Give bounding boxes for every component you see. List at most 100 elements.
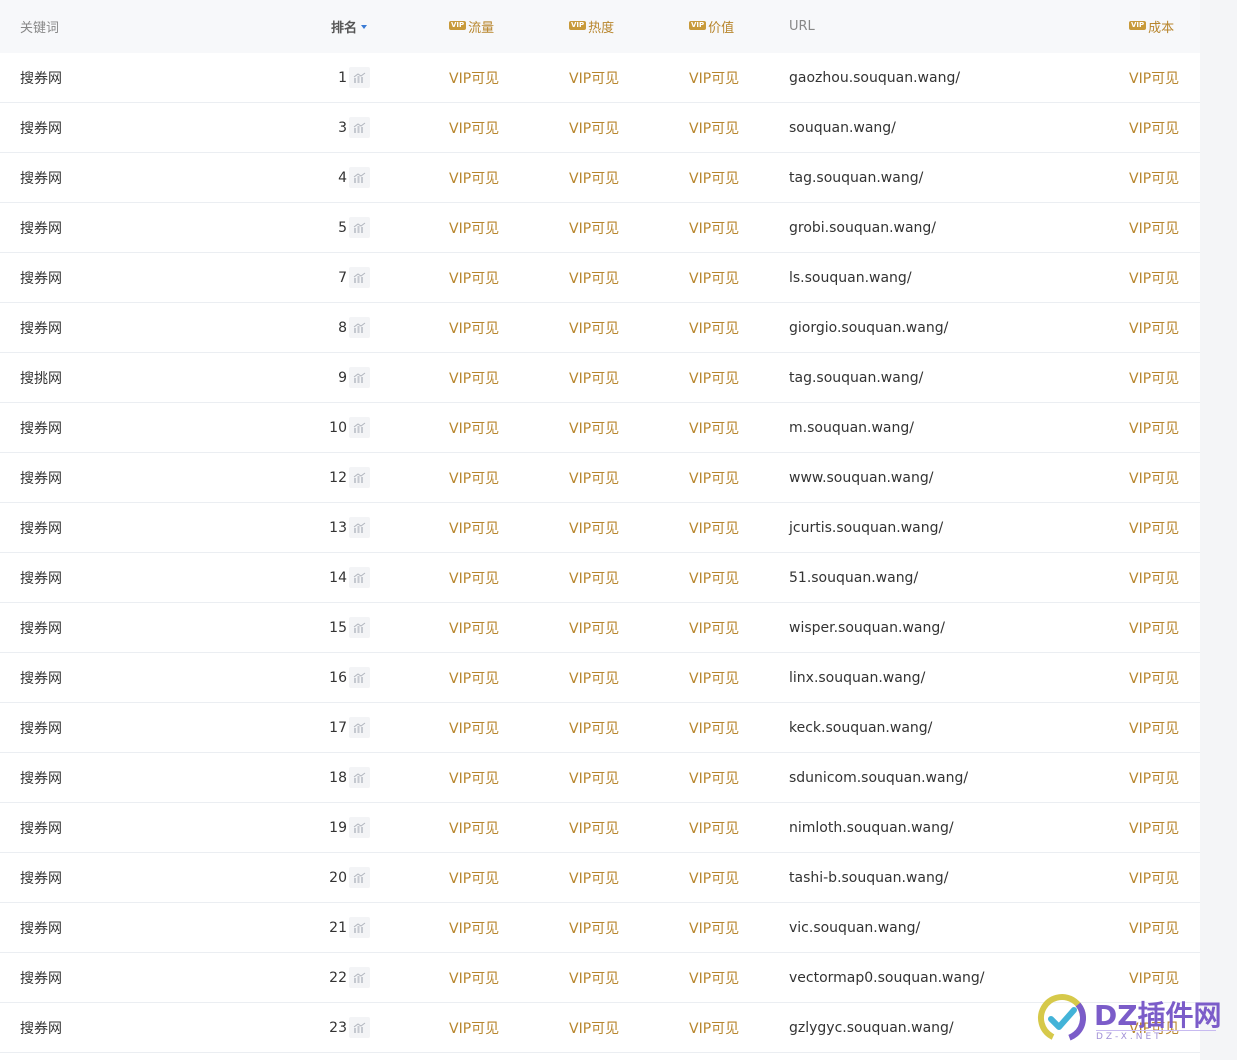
flow-cell: VIP可见	[449, 170, 500, 187]
header-url: URL	[789, 19, 815, 34]
url-cell[interactable]: vectormap0.souquan.wang/	[789, 953, 985, 1002]
rank-trend-chart-icon[interactable]	[349, 517, 370, 538]
rank-trend-chart-icon[interactable]	[349, 917, 370, 938]
flow-cell: VIP可见	[449, 220, 500, 237]
url-cell[interactable]: tashi-b.souquan.wang/	[789, 853, 948, 902]
rank-trend-chart-icon[interactable]	[349, 567, 370, 588]
heat-cell: VIP可见	[569, 570, 620, 587]
rank-trend-chart-icon[interactable]	[349, 467, 370, 488]
url-cell[interactable]: wisper.souquan.wang/	[789, 603, 945, 652]
flow-cell: VIP可见	[449, 420, 500, 437]
url-cell[interactable]: gzlygyc.souquan.wang/	[789, 1003, 954, 1052]
rank-value: 12	[329, 469, 347, 486]
url-cell[interactable]: jcurtis.souquan.wang/	[789, 503, 943, 552]
rank-trend-chart-icon[interactable]	[349, 267, 370, 288]
rank-value: 18	[329, 769, 347, 786]
flow-cell: VIP可见	[449, 720, 500, 737]
rank-value: 8	[338, 319, 347, 336]
cost-cell: VIP可见	[1129, 220, 1180, 237]
url-cell[interactable]: souquan.wang/	[789, 103, 896, 152]
url-cell[interactable]: linx.souquan.wang/	[789, 653, 925, 702]
value-cell: VIP可见	[689, 420, 740, 437]
heat-cell: VIP可见	[569, 920, 620, 937]
value-cell: VIP可见	[689, 270, 740, 287]
rank-value: 4	[338, 169, 347, 186]
rank-trend-chart-icon[interactable]	[349, 667, 370, 688]
header-cost: VIP 成本	[1129, 0, 1174, 53]
rank-cell: 21	[300, 903, 370, 952]
watermark-brand: DZ插件网	[1094, 999, 1222, 1032]
rank-trend-chart-icon[interactable]	[349, 817, 370, 838]
url-cell[interactable]: grobi.souquan.wang/	[789, 203, 936, 252]
value-cell: VIP可见	[689, 720, 740, 737]
url-cell[interactable]: www.souquan.wang/	[789, 453, 933, 502]
cost-cell: VIP可见	[1129, 70, 1180, 87]
rank-value: 21	[329, 919, 347, 936]
cost-cell: VIP可见	[1129, 570, 1180, 587]
rank-trend-chart-icon[interactable]	[349, 317, 370, 338]
header-flow-label: 流量	[468, 21, 495, 36]
dz-watermark: DZ插件网 DZ-X.NET	[1036, 990, 1226, 1050]
rank-cell: 9	[300, 353, 370, 402]
rank-trend-chart-icon[interactable]	[349, 417, 370, 438]
rank-trend-chart-icon[interactable]	[349, 1017, 370, 1038]
vip-badge-icon: VIP	[689, 21, 707, 30]
heat-cell: VIP可见	[569, 170, 620, 187]
rank-trend-chart-icon[interactable]	[349, 217, 370, 238]
rank-trend-chart-icon[interactable]	[349, 867, 370, 888]
rank-cell: 23	[300, 1003, 370, 1052]
rank-cell: 4	[300, 153, 370, 202]
rank-trend-chart-icon[interactable]	[349, 717, 370, 738]
url-cell[interactable]: vic.souquan.wang/	[789, 903, 920, 952]
keyword-cell: 搜挑网	[20, 370, 62, 387]
url-cell[interactable]: keck.souquan.wang/	[789, 703, 932, 752]
rank-cell: 13	[300, 503, 370, 552]
watermark-sub: DZ-X.NET	[1096, 1030, 1216, 1042]
rank-trend-chart-icon[interactable]	[349, 67, 370, 88]
value-cell: VIP可见	[689, 820, 740, 837]
rank-trend-chart-icon[interactable]	[349, 367, 370, 388]
rank-trend-chart-icon[interactable]	[349, 617, 370, 638]
table-row: 搜券网 4 VIP可见 VIP可见 VIP可见 tag.souquan.wang/VIP可…	[0, 153, 1200, 203]
url-cell[interactable]: ls.souquan.wang/	[789, 253, 912, 302]
rank-value: 19	[329, 819, 347, 836]
vip-badge-icon: VIP	[449, 21, 467, 30]
table-row: 搜挑网 9 VIP可见 VIP可见 VIP可见 tag.souquan.wang/VIP可…	[0, 353, 1200, 403]
heat-cell: VIP可见	[569, 970, 620, 987]
keyword-cell: 搜券网	[20, 620, 62, 637]
rank-value: 16	[329, 669, 347, 686]
table-row: 搜券网 22 VIP可见 VIP可见 VIP可见 vectormap0.souquan.w…	[0, 953, 1200, 1003]
header-rank-label: 排名	[331, 21, 358, 36]
rank-trend-chart-icon[interactable]	[349, 117, 370, 138]
heat-cell: VIP可见	[569, 720, 620, 737]
url-cell[interactable]: tag.souquan.wang/	[789, 153, 923, 202]
rank-value: 5	[338, 219, 347, 236]
header-rank-sort[interactable]: 排名	[331, 0, 401, 53]
cost-cell: VIP可见	[1129, 720, 1180, 737]
url-cell[interactable]: nimloth.souquan.wang/	[789, 803, 954, 852]
cost-cell: VIP可见	[1129, 770, 1180, 787]
url-cell[interactable]: giorgio.souquan.wang/	[789, 303, 948, 352]
rank-trend-chart-icon[interactable]	[349, 967, 370, 988]
flow-cell: VIP可见	[449, 120, 500, 137]
rank-cell: 17	[300, 703, 370, 752]
rank-cell: 5	[300, 203, 370, 252]
rank-cell: 20	[300, 853, 370, 902]
url-cell[interactable]: 51.souquan.wang/	[789, 553, 918, 602]
keyword-cell: 搜券网	[20, 270, 62, 287]
table-row: 搜券网 18 VIP可见 VIP可见 VIP可见 sdunicom.souquan.wan…	[0, 753, 1200, 803]
keyword-cell: 搜券网	[20, 670, 62, 687]
value-cell: VIP可见	[689, 520, 740, 537]
value-cell: VIP可见	[689, 670, 740, 687]
url-cell[interactable]: gaozhou.souquan.wang/	[789, 53, 960, 102]
rank-trend-chart-icon[interactable]	[349, 167, 370, 188]
header-value-label: 价值	[708, 21, 735, 36]
table-row: 搜券网 15 VIP可见 VIP可见 VIP可见 wisper.souquan.wang/…	[0, 603, 1200, 653]
rank-cell: 15	[300, 603, 370, 652]
url-cell[interactable]: m.souquan.wang/	[789, 403, 914, 452]
rank-trend-chart-icon[interactable]	[349, 767, 370, 788]
value-cell: VIP可见	[689, 570, 740, 587]
vip-badge-icon: VIP	[569, 21, 587, 30]
url-cell[interactable]: sdunicom.souquan.wang/	[789, 753, 968, 802]
url-cell[interactable]: tag.souquan.wang/	[789, 353, 923, 402]
